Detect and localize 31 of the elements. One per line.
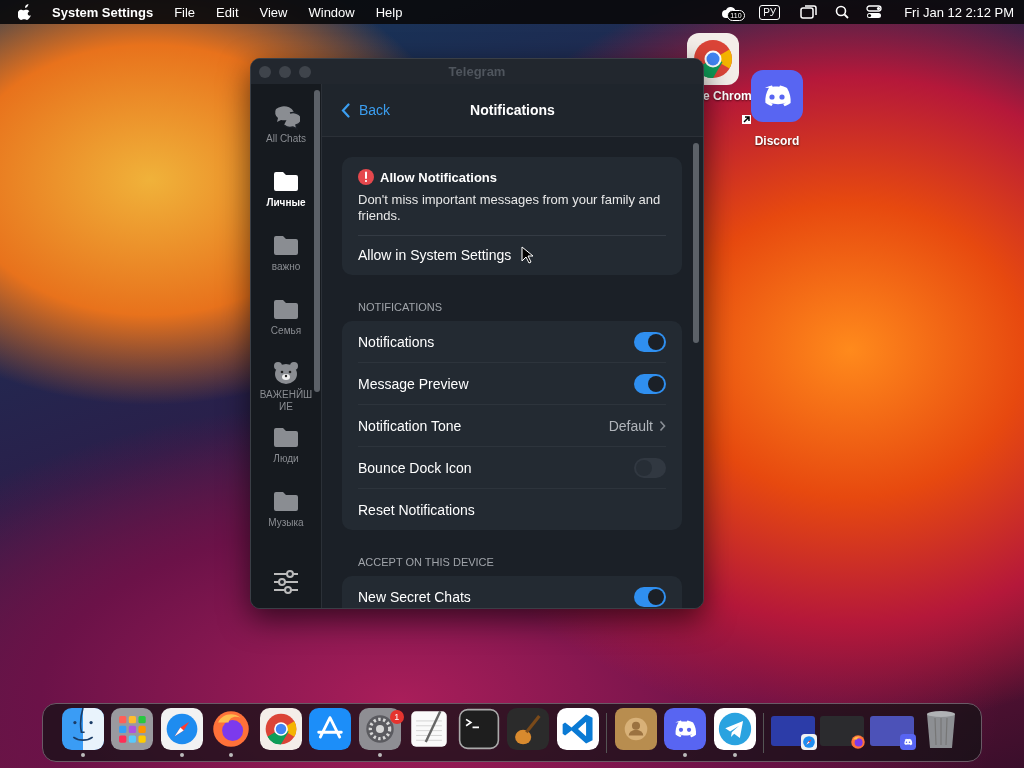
back-button[interactable]: Back xyxy=(341,102,391,118)
section-header: ACCEPT ON THIS DEVICE xyxy=(357,555,495,570)
alert-title: Allow Notifications xyxy=(380,169,497,185)
menu-bar-clock[interactable]: Fri Jan 12 2:12 PM xyxy=(904,4,1014,20)
alert-message: Don't miss important messages from your family and friends. xyxy=(358,192,666,236)
page-title: Notifications xyxy=(470,102,555,118)
input-source-menu[interactable]: РУ xyxy=(759,4,781,20)
menu-item[interactable]: Edit xyxy=(216,4,239,20)
setting-value: Default xyxy=(608,417,653,434)
menu-item[interactable]: Help xyxy=(375,4,403,20)
setting-label: Bounce Dock Icon xyxy=(358,459,472,476)
folder-tab[interactable]: All Chats xyxy=(255,104,317,168)
setting-label: New Secret Chats xyxy=(358,588,471,605)
menu-item[interactable]: Window xyxy=(308,4,355,20)
menu-item[interactable]: View xyxy=(259,4,288,20)
folder-tab[interactable]: Музыка xyxy=(255,488,317,552)
folder-tab[interactable]: Личные xyxy=(255,168,317,232)
allow-settings-link[interactable]: Allow in System Settings xyxy=(358,247,512,263)
folder-tab[interactable]: Семья xyxy=(255,296,317,360)
folder-tab[interactable]: важно xyxy=(255,232,317,296)
menu-item[interactable]: File xyxy=(174,4,196,20)
app-menu[interactable]: System Settings xyxy=(52,4,154,20)
setting-label[interactable]: Notification Tone xyxy=(358,417,462,434)
folder-tab[interactable]: ВАЖЕНЙШИЕ xyxy=(255,360,317,424)
section-header: NOTIFICATIONS xyxy=(357,300,444,315)
icon-label[interactable]: e Chrom xyxy=(703,89,752,103)
setting-label: Message Preview xyxy=(358,375,469,392)
folder-tab[interactable]: Люди xyxy=(255,424,317,488)
reset-button[interactable]: Reset Notifications xyxy=(358,501,475,518)
icon-label[interactable]: Discord xyxy=(754,134,800,148)
setting-label: Notifications xyxy=(358,333,435,350)
